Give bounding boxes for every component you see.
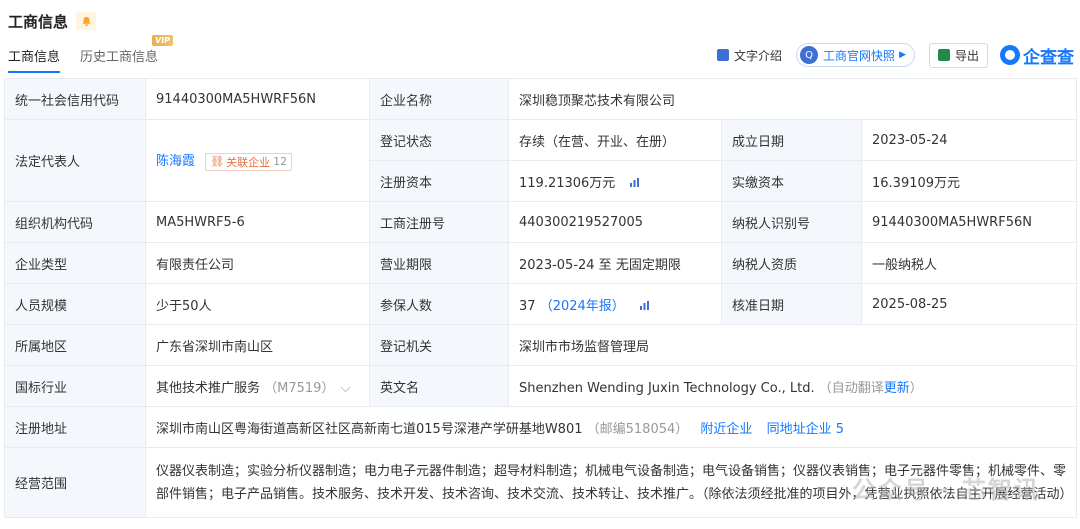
chevron-down-icon[interactable]: ⌵ xyxy=(341,381,351,396)
reg-capital-cell: 119.21306万元 xyxy=(508,160,722,202)
credit-code-label: 统一社会信用代码 xyxy=(4,78,146,120)
staff-size-value: 少于50人 xyxy=(145,283,370,325)
table-row: 人员规模 少于50人 参保人数 37 （2024年报） 核准日期 2025-08… xyxy=(4,283,1078,325)
watermark: 公众号 · 芯智讯 xyxy=(852,476,1040,504)
vip-badge: VIP xyxy=(152,35,174,46)
insured-label: 参保人数 xyxy=(369,283,509,325)
annual-report-link[interactable]: （2024年报） xyxy=(540,299,625,314)
authority-value: 深圳市市场监督管理局 xyxy=(507,324,1078,366)
company-name-value: 深圳稳顶聚芯技术有限公司 xyxy=(507,78,1078,120)
same-address-link[interactable]: 同地址企业 5 xyxy=(767,422,844,437)
table-row: 法定代表人 陈海霞 ⛓ 关联企业 12 登记状态 存续（在营、开业、在册） 成立… xyxy=(4,119,1078,202)
biz-term-label: 营业期限 xyxy=(369,242,509,284)
found-date-label: 成立日期 xyxy=(721,119,862,161)
legal-rep-label: 法定代表人 xyxy=(4,119,146,202)
nearby-companies-link[interactable]: 附近企业 xyxy=(700,422,752,437)
tab-history-business-info[interactable]: 历史工商信息 VIP xyxy=(80,35,174,73)
link-icon: ⛓ xyxy=(210,155,225,169)
text-intro-button[interactable]: 文字介绍 xyxy=(717,47,782,64)
toolbar: 文字介绍 Q 工商官网快照 ▶ 导出 企查查 xyxy=(703,42,1074,68)
business-info-table: 统一社会信用代码 91440300MA5HWRF56N 企业名称 深圳稳顶聚芯技… xyxy=(4,78,1078,518)
reg-status-label: 登记状态 xyxy=(369,119,509,161)
export-button[interactable]: 导出 xyxy=(928,42,988,68)
credit-code-value: 91440300MA5HWRF56N xyxy=(145,78,370,120)
reg-no-label: 工商注册号 xyxy=(369,201,509,243)
company-type-label: 企业类型 xyxy=(4,242,146,284)
found-date-value: 2023-05-24 xyxy=(860,119,1078,161)
region-value: 广东省深圳市南山区 xyxy=(145,324,370,366)
table-row: 统一社会信用代码 91440300MA5HWRF56N 企业名称 深圳稳顶聚芯技… xyxy=(4,78,1078,120)
tax-id-value: 91440300MA5HWRF56N xyxy=(860,201,1078,243)
paid-capital-value: 16.39109万元 xyxy=(860,160,1078,202)
english-name-cell: Shenzhen Wending Juxin Technology Co., L… xyxy=(507,365,1078,407)
table-row: 注册地址 深圳市南山区粤海街道高新区社区高新南七道015号深港产学研基地W801… xyxy=(4,406,1078,448)
approve-date-label: 核准日期 xyxy=(721,283,862,325)
table-row: 组织机构代码 MA5HWRF5-6 工商注册号 440300219527005 … xyxy=(4,201,1078,243)
excel-icon xyxy=(937,49,950,61)
taxpayer-type-value: 一般纳税人 xyxy=(860,242,1078,284)
related-company-tag[interactable]: ⛓ 关联企业 12 xyxy=(205,152,293,171)
chart-icon[interactable] xyxy=(629,177,640,188)
address-cell: 深圳市南山区粤海街道高新区社区高新南七道015号深港产学研基地W801 （邮编5… xyxy=(144,406,1078,448)
section-header: 工商信息 xyxy=(8,10,97,32)
english-name-value: Shenzhen Wending Juxin Technology Co., L… xyxy=(519,380,815,396)
address-value: 深圳市南山区粤海街道高新区社区高新南七道015号深港产学研基地W801 xyxy=(156,421,583,437)
org-code-value: MA5HWRF5-6 xyxy=(145,201,370,243)
region-label: 所属地区 xyxy=(4,324,146,366)
play-icon: ▶ xyxy=(899,50,906,60)
reg-status-value: 存续（在营、开业、在册） xyxy=(508,119,722,161)
legal-rep-cell: 陈海霞 ⛓ 关联企业 12 xyxy=(145,119,370,202)
taxpayer-type-label: 纳税人资质 xyxy=(721,242,862,284)
document-icon xyxy=(717,49,730,61)
snapshot-icon: Q xyxy=(800,46,819,64)
insured-cell: 37 （2024年报） xyxy=(508,283,722,325)
tab-bar: 工商信息 历史工商信息 VIP xyxy=(8,35,178,73)
section-title: 工商信息 xyxy=(8,12,69,31)
company-type-value: 有限责任公司 xyxy=(145,242,370,284)
industry-label: 国标行业 xyxy=(4,365,146,407)
biz-term-value: 2023-05-24 至 无固定期限 xyxy=(508,242,722,284)
table-row: 所属地区 广东省深圳市南山区 登记机关 深圳市市场监督管理局 xyxy=(4,324,1078,366)
qichacha-logo: 企查查 xyxy=(1000,43,1074,68)
bell-icon[interactable] xyxy=(76,12,97,30)
address-label: 注册地址 xyxy=(4,406,146,448)
brand-icon xyxy=(1000,45,1020,65)
table-row: 国标行业 其他技术推广服务 （M7519） ⌵ 英文名 Shenzhen Wen… xyxy=(4,365,1078,407)
industry-cell[interactable]: 其他技术推广服务 （M7519） ⌵ xyxy=(145,365,370,407)
authority-label: 登记机关 xyxy=(369,324,509,366)
tab-business-info[interactable]: 工商信息 xyxy=(8,46,61,73)
legal-rep-link[interactable]: 陈海霞 xyxy=(156,154,195,169)
reg-no-value: 440300219527005 xyxy=(508,201,722,243)
table-row: 企业类型 有限责任公司 营业期限 2023-05-24 至 无固定期限 纳税人资… xyxy=(4,242,1078,284)
chart-icon[interactable] xyxy=(639,300,650,311)
scope-label: 经营范围 xyxy=(4,447,146,518)
approve-date-value: 2025-08-25 xyxy=(860,283,1078,325)
official-snapshot-button[interactable]: Q 工商官网快照 ▶ xyxy=(796,43,915,67)
staff-size-label: 人员规模 xyxy=(4,283,146,325)
paid-capital-label: 实缴资本 xyxy=(721,160,862,202)
reg-capital-label: 注册资本 xyxy=(369,160,509,202)
translate-update-link[interactable]: 更新 xyxy=(884,381,910,396)
org-code-label: 组织机构代码 xyxy=(4,201,146,243)
english-name-label: 英文名 xyxy=(369,365,509,407)
tax-id-label: 纳税人识别号 xyxy=(721,201,862,243)
company-name-label: 企业名称 xyxy=(369,78,509,120)
